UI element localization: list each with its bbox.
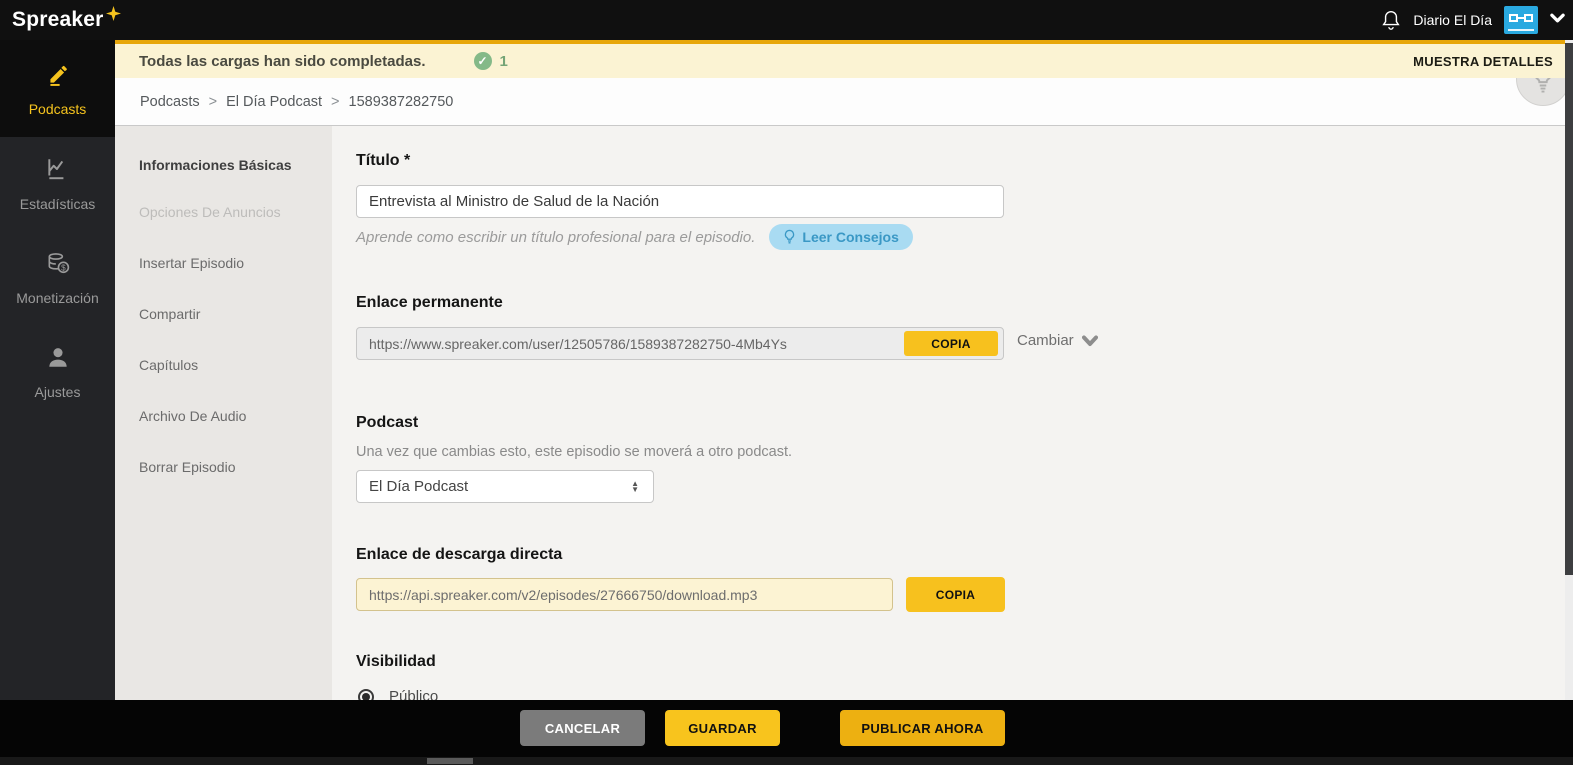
breadcrumb-row: Podcasts > El Día Podcast > 158938728275… (115, 78, 1573, 126)
read-tips-button[interactable]: Leer Consejos (769, 224, 912, 250)
horizontal-scrollbar-thumb[interactable] (427, 758, 473, 764)
sidebar-item-ajustes[interactable]: Ajustes (0, 325, 115, 419)
download-url-input[interactable] (356, 578, 893, 611)
pencil-icon (45, 61, 71, 92)
episode-form: Título * Aprende como escribir un título… (332, 126, 1573, 700)
sidebar-item-label: Estadísticas (20, 196, 95, 212)
footer-action-bar: CANCELAR GUARDAR PUBLICAR AHORA (0, 700, 1573, 765)
subnav-item-archivo-de-audio[interactable]: Archivo De Audio (139, 408, 299, 425)
permalink-change-label: Cambiar (1017, 332, 1074, 349)
title-input[interactable] (356, 185, 1004, 218)
public-radio-label: Público (389, 688, 438, 700)
logo-text: Spreaker (12, 8, 104, 32)
avatar[interactable] (1504, 6, 1538, 34)
svg-text:$: $ (61, 264, 66, 273)
breadcrumb-episode-id: 1589387282750 (349, 94, 454, 110)
bell-icon[interactable] (1381, 9, 1401, 31)
podcast-label: Podcast (356, 414, 418, 432)
breadcrumb-separator: > (331, 94, 339, 110)
public-radio[interactable] (358, 689, 374, 701)
check-circle-icon: ✓ (474, 52, 492, 70)
content-area: Informaciones Básicas Opciones De Anunci… (115, 126, 1573, 700)
publish-now-button[interactable]: PUBLICAR AHORA (840, 710, 1005, 746)
chevron-down-icon[interactable] (1550, 11, 1565, 29)
title-label: Título * (356, 152, 410, 170)
sidebar-item-monetizacion[interactable]: $ Monetización (0, 231, 115, 325)
star-icon (106, 6, 121, 26)
vertical-scrollbar[interactable] (1565, 40, 1573, 700)
sidebar-item-label: Podcasts (29, 101, 87, 117)
subnav-item-compartir[interactable]: Compartir (139, 306, 299, 323)
spreaker-logo[interactable]: Spreaker (12, 6, 121, 34)
permalink-field: https://www.spreaker.com/user/12505786/1… (356, 327, 1004, 360)
show-details-button[interactable]: MUESTRA DETALLES (1413, 54, 1553, 69)
breadcrumb-podcasts[interactable]: Podcasts (140, 94, 200, 110)
notification-message: Todas las cargas han sido completadas. (139, 53, 426, 70)
subnav-item-capitulos[interactable]: Capítulos (139, 357, 299, 374)
subnav-item-insertar-episodio[interactable]: Insertar Episodio (139, 255, 299, 272)
subnav-item-opciones-de-anuncios: Opciones De Anuncios (139, 204, 299, 221)
sidebar-item-label: Monetización (16, 290, 99, 306)
horizontal-scrollbar[interactable] (0, 757, 1573, 765)
subnav-item-borrar-episodio[interactable]: Borrar Episodio (139, 459, 299, 476)
permalink-label: Enlace permanente (356, 294, 503, 312)
breadcrumb: Podcasts > El Día Podcast > 158938728275… (140, 94, 453, 110)
account-name[interactable]: Diario El Día (1413, 12, 1492, 28)
subnav-item-informaciones-basicas[interactable]: Informaciones Básicas (139, 152, 299, 179)
sidebar-item-podcasts[interactable]: Podcasts (0, 40, 115, 137)
visibility-public-option: Público (358, 688, 438, 700)
episode-subnav: Informaciones Básicas Opciones De Anunci… (115, 126, 332, 700)
sidebar-item-estadisticas[interactable]: Estadísticas (0, 137, 115, 231)
person-icon (45, 344, 71, 375)
sidebar-item-label: Ajustes (35, 384, 81, 400)
title-hint: Aprende como escribir un título profesio… (356, 229, 755, 246)
topbar-right: Diario El Día (1381, 6, 1573, 34)
permalink-copy-button[interactable]: COPIA (904, 331, 998, 356)
select-arrows-icon: ▲▼ (631, 481, 639, 493)
read-tips-label: Leer Consejos (802, 229, 898, 245)
permalink-url: https://www.spreaker.com/user/12505786/1… (357, 336, 904, 352)
save-button[interactable]: GUARDAR (665, 710, 780, 746)
line-chart-icon (45, 156, 71, 187)
cancel-button[interactable]: CANCELAR (520, 710, 645, 746)
breadcrumb-podcast-name[interactable]: El Día Podcast (226, 94, 322, 110)
download-copy-button[interactable]: COPIA (906, 577, 1005, 612)
notification-count: 1 (500, 53, 508, 70)
download-link-label: Enlace de descarga directa (356, 546, 562, 564)
vertical-scrollbar-thumb[interactable] (1565, 43, 1573, 575)
breadcrumb-separator: > (209, 94, 217, 110)
main-sidebar: Podcasts Estadísticas $ Monetización Aju… (0, 40, 115, 700)
podcast-description: Una vez que cambias esto, este episodio … (356, 444, 792, 460)
podcast-select[interactable]: El Día Podcast ▲▼ (356, 470, 654, 503)
coins-icon: $ (45, 250, 71, 281)
permalink-change-button[interactable]: Cambiar (1017, 332, 1098, 349)
visibility-label: Visibilidad (356, 653, 436, 671)
upload-notification-bar: Todas las cargas han sido completadas. ✓… (115, 40, 1573, 78)
chevron-down-icon (1082, 335, 1098, 347)
title-hint-row: Aprende como escribir un título profesio… (356, 224, 913, 250)
top-bar: Spreaker Diario El Día (0, 0, 1573, 40)
podcast-select-value: El Día Podcast (357, 478, 631, 495)
